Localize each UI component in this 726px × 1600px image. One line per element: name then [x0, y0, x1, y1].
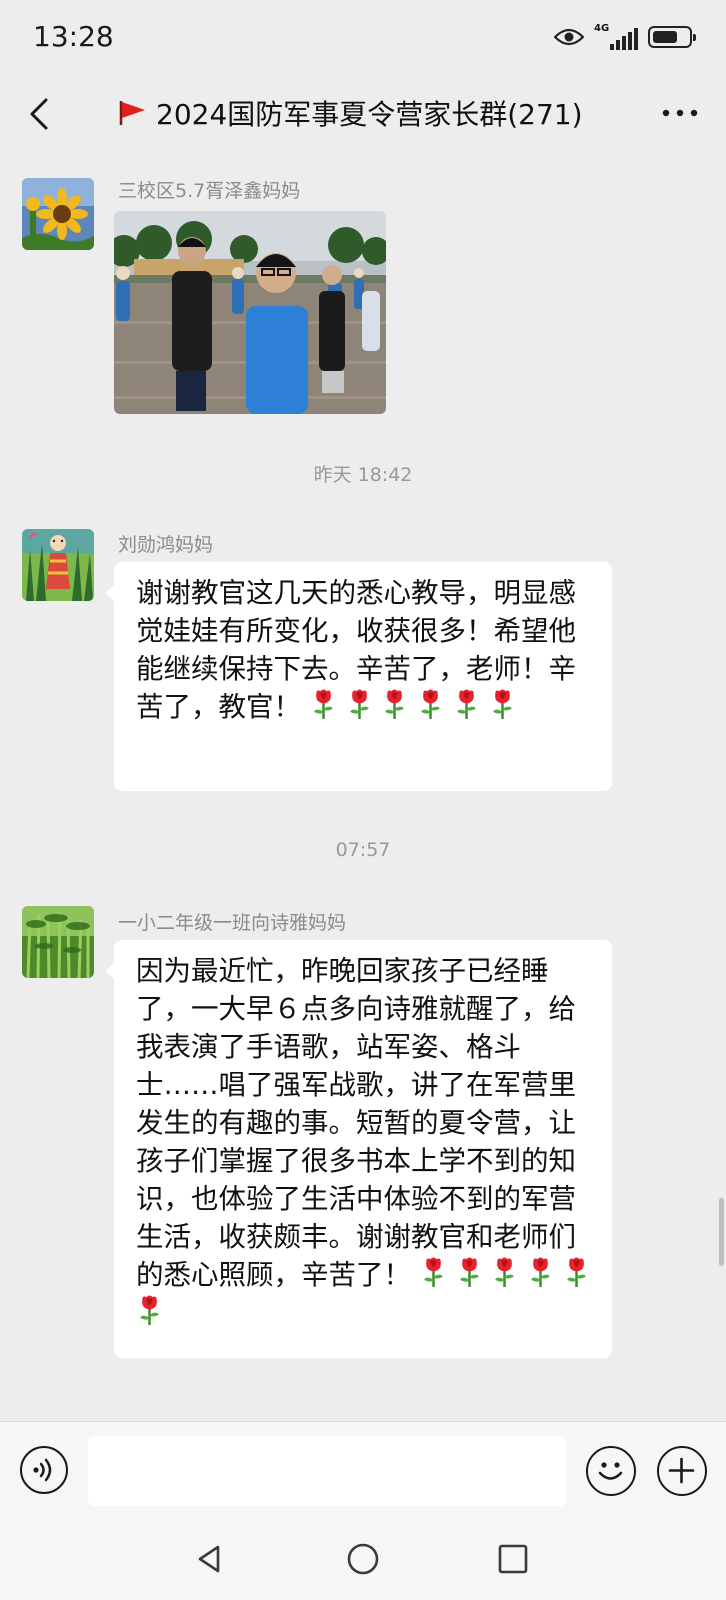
bamboo-avatar[interactable] — [22, 906, 94, 978]
rose-emoji — [420, 1257, 447, 1288]
message-text: 因为最近忙，昨晚回家孩子已经睡了，一大早６点多向诗雅就醒了，给我表演了手语歌，站… — [136, 955, 576, 1291]
message-bubble[interactable]: 谢谢教官这几天的悉心教导，明显感觉娃娃有所变化，收获很多！希望他能继续保持下去。… — [105, 562, 612, 791]
emoji-icon[interactable] — [586, 1446, 636, 1496]
rose-emoji — [453, 689, 480, 720]
signal-icon: 4G — [594, 24, 638, 50]
plus-icon[interactable] — [657, 1446, 707, 1496]
timestamp: 07:57 — [335, 839, 391, 861]
eye-icon — [554, 28, 584, 46]
voice-icon[interactable] — [20, 1446, 68, 1494]
timestamp: 昨天 18:42 — [313, 464, 413, 486]
chat-title-text: 2024国防军事夏令营家长群(271) — [156, 98, 583, 131]
input-bar — [0, 1421, 726, 1518]
message-bubble[interactable]: 因为最近忙，昨晚回家孩子已经睡了，一大早６点多向诗雅就醒了，给我表演了手语歌，站… — [105, 940, 612, 1358]
home-circle-icon[interactable] — [345, 1541, 381, 1577]
illustration-avatar[interactable] — [22, 529, 94, 601]
more-dots-icon[interactable] — [660, 106, 700, 120]
rose-emoji — [310, 689, 337, 720]
rose-emoji — [381, 689, 408, 720]
battery-level — [653, 31, 677, 43]
rose-emoji — [563, 1257, 590, 1288]
chat-title: 2024国防军事夏令营家长群(271) — [118, 93, 583, 133]
chat-area[interactable]: 三校区5.7胥泽鑫妈妈 昨天 18:42 刘勋鸿妈妈 谢谢教官这几天的悉心教导，… — [0, 154, 726, 1421]
sender-name: 三校区5.7胥泽鑫妈妈 — [118, 180, 301, 202]
rose-emoji — [489, 689, 516, 720]
rose-emoji — [346, 689, 373, 720]
status-bar: 13:28 4G — [0, 0, 726, 76]
rose-emoji — [527, 1257, 554, 1288]
back-triangle-icon[interactable] — [192, 1541, 228, 1577]
chat-header: 2024国防军事夏令营家长群(271) — [0, 76, 726, 154]
rose-emoji — [417, 689, 444, 720]
rose-emoji — [491, 1257, 518, 1288]
status-time: 13:28 — [33, 20, 114, 53]
status-icons: 4G — [554, 22, 696, 52]
rose-emoji — [136, 1295, 163, 1326]
battery-icon — [648, 26, 696, 48]
network-type: 4G — [594, 23, 610, 34]
sunflower-avatar[interactable] — [22, 178, 94, 250]
message-input[interactable] — [88, 1436, 566, 1506]
photo-message[interactable] — [114, 211, 386, 414]
recents-square-icon[interactable] — [495, 1541, 531, 1577]
sender-name: 一小二年级一班向诗雅妈妈 — [118, 912, 347, 934]
scrollbar[interactable] — [719, 1198, 724, 1266]
emoji-row — [301, 691, 516, 723]
back-button[interactable] — [22, 94, 58, 134]
rose-emoji — [456, 1257, 483, 1288]
red-flag-icon — [119, 101, 145, 125]
sender-name: 刘勋鸿妈妈 — [118, 534, 214, 556]
system-navigation — [0, 1517, 726, 1600]
